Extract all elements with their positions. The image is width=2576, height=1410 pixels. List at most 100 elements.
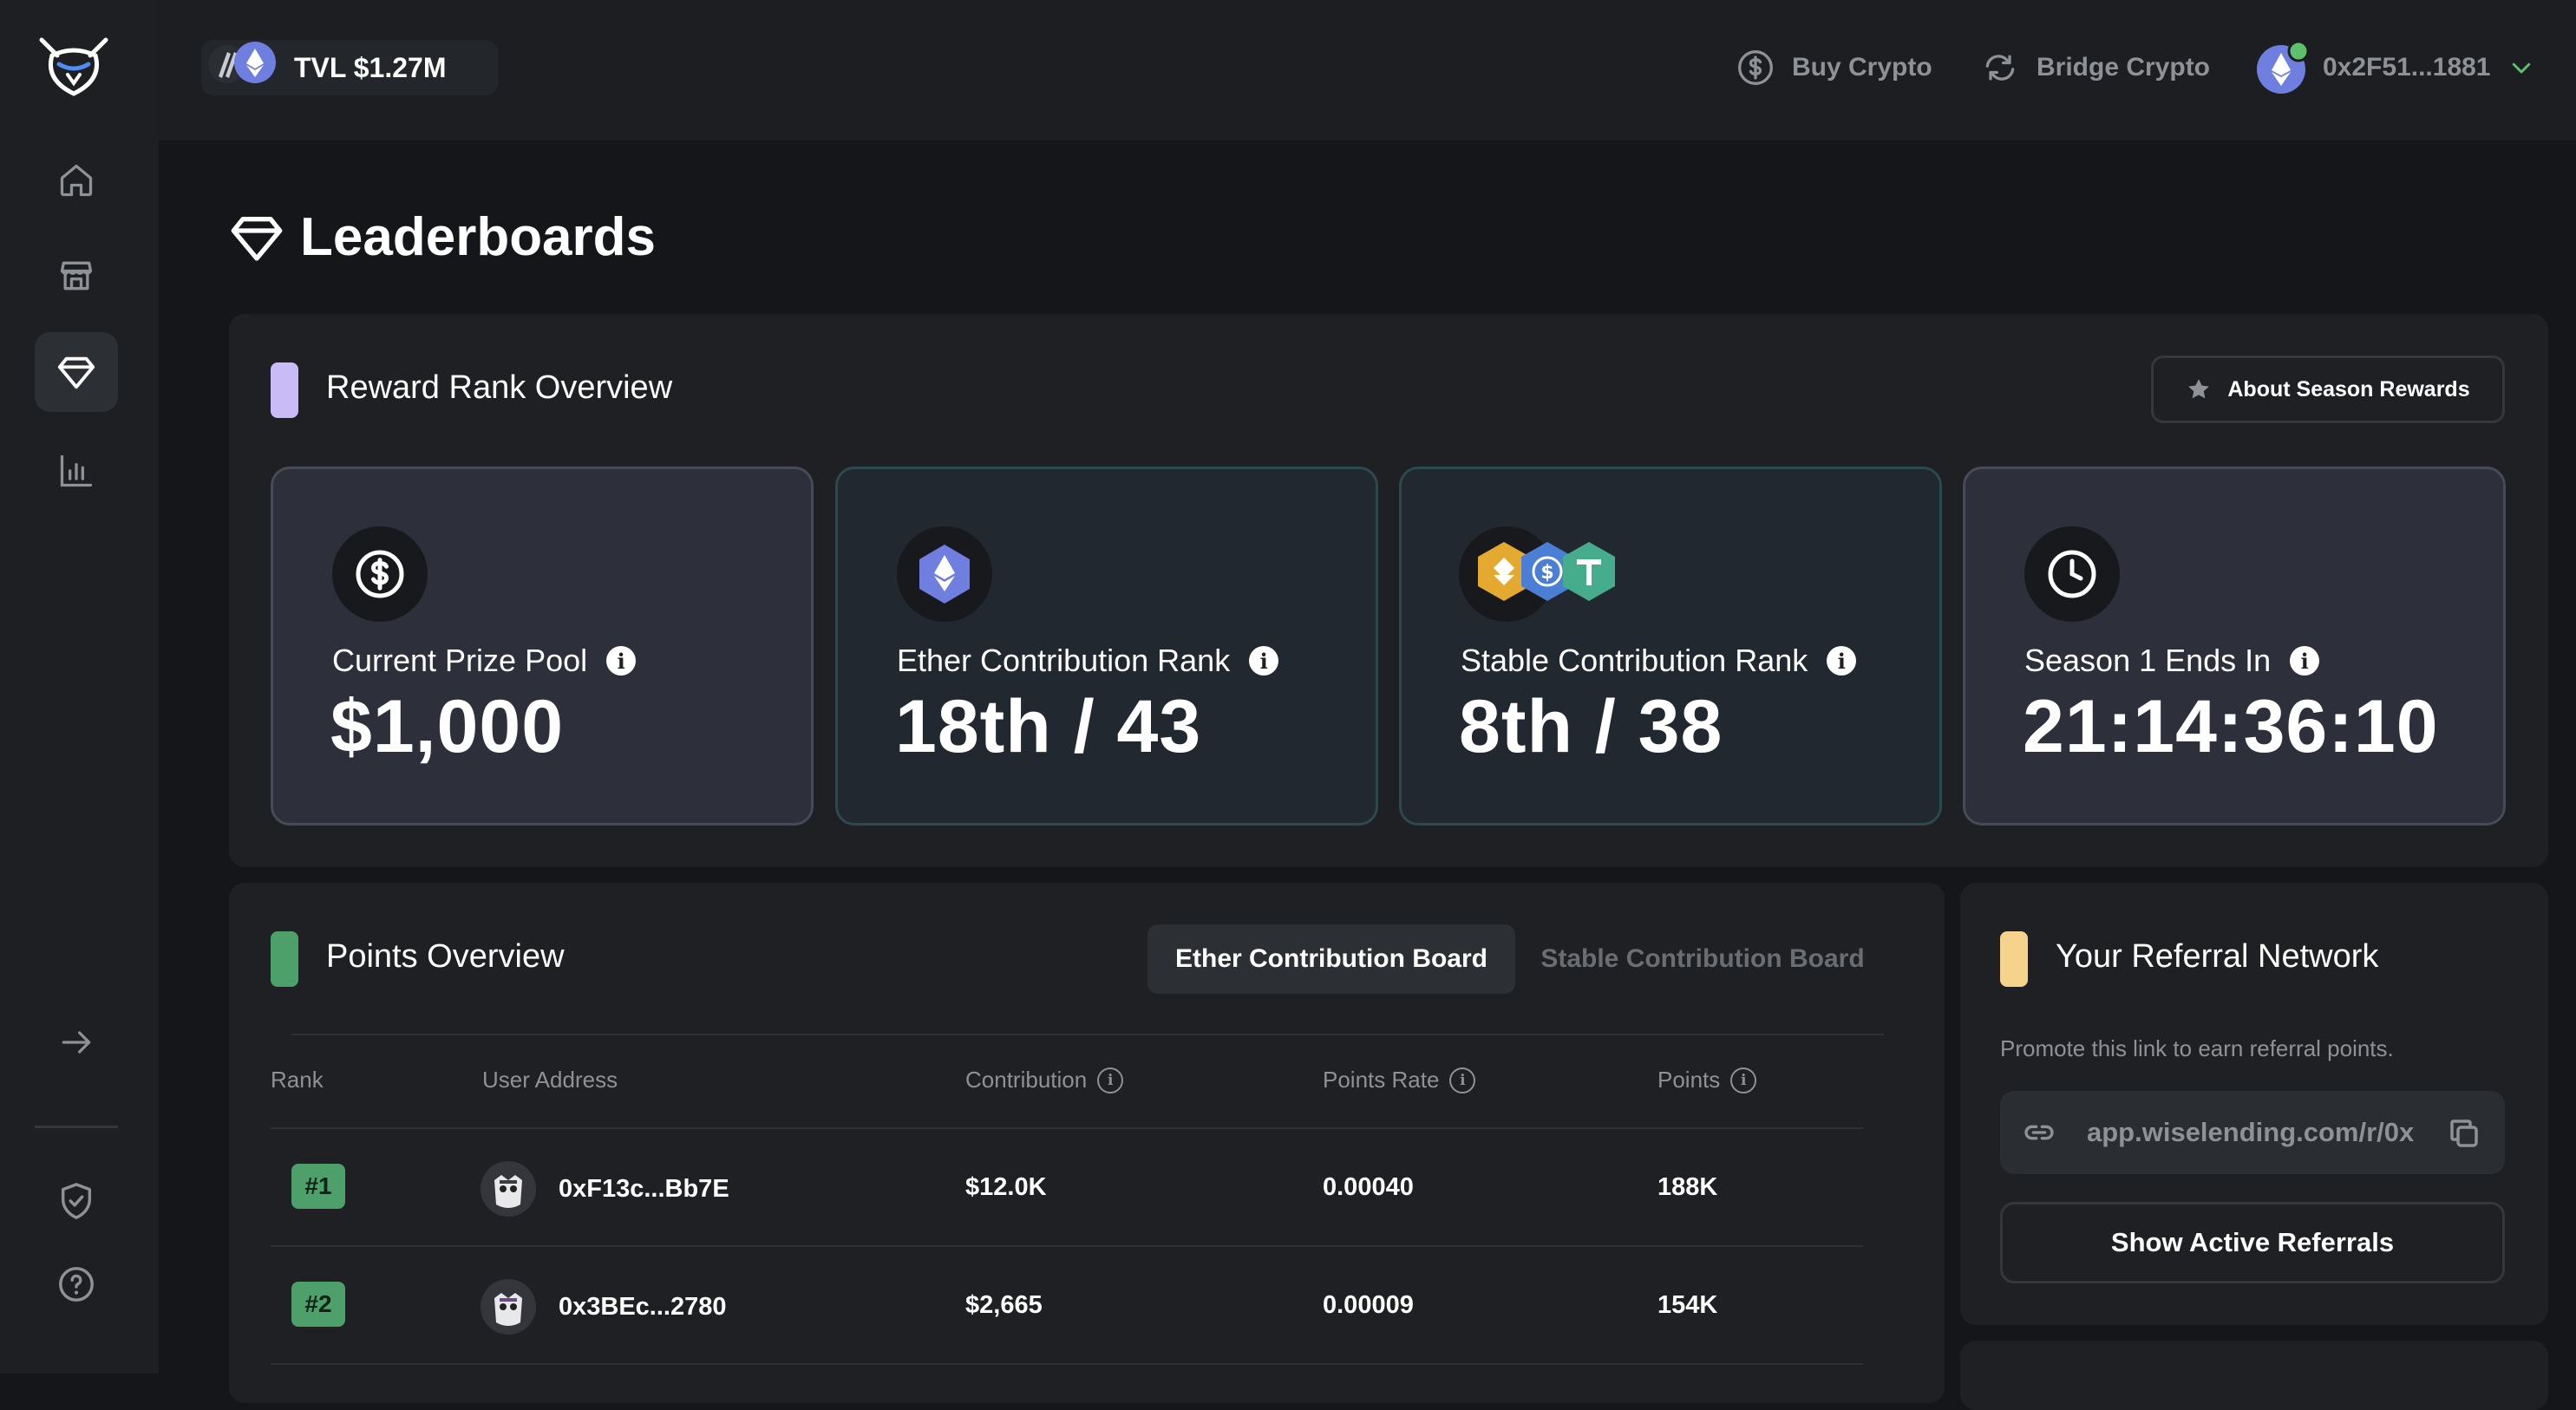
column-label: Contribution <box>965 1067 1088 1093</box>
column-label: Rank <box>271 1067 324 1093</box>
stablecoins-icon: $ <box>1478 542 1615 601</box>
card-label: Ether Contribution Rank i <box>897 643 1279 679</box>
help-icon <box>59 1267 94 1302</box>
section-title: Points Overview <box>326 938 565 975</box>
card-label: Season 1 Ends In i <box>2024 643 2320 679</box>
info-icon[interactable]: i <box>2290 646 2320 676</box>
ether-rank-card: Ether Contribution Rank i 18th / 43 <box>835 467 1378 826</box>
avatar <box>481 1279 536 1335</box>
arrow-right-icon <box>62 1031 91 1054</box>
tvl-badge: TVL $1.27M <box>201 40 498 95</box>
link-icon <box>2024 1125 2054 1140</box>
page-title: Leaderboards <box>300 207 657 267</box>
info-icon[interactable]: i <box>1449 1067 1476 1093</box>
divider <box>271 1363 1863 1365</box>
divider <box>271 1245 1863 1247</box>
buy-crypto-label: Buy Crypto <box>1792 53 1932 82</box>
season-end-card: Season 1 Ends In i 21:14:36:10 <box>1963 467 2506 826</box>
page-header: Leaderboards <box>229 206 656 268</box>
shield-check-icon <box>61 1183 92 1219</box>
buy-crypto-link[interactable]: Buy Crypto <box>1736 49 1932 87</box>
referral-link-text: app.wiselending.com/r/0x <box>2087 1117 2415 1147</box>
ethereum-icon <box>897 526 992 622</box>
user-address[interactable]: 0xF13c...Bb7E <box>559 1175 729 1204</box>
section-title: Reward Rank Overview <box>326 369 673 406</box>
contribution-value: $12.0K <box>965 1173 1047 1201</box>
help-button[interactable] <box>35 1244 118 1324</box>
info-icon[interactable]: i <box>1827 646 1857 676</box>
tab-stable-contribution-board[interactable]: Stable Contribution Board <box>1520 924 1885 994</box>
info-icon[interactable]: i <box>1730 1067 1757 1093</box>
nav-leaderboards-button[interactable] <box>35 332 118 412</box>
stable-rank-label: Stable Contribution Rank <box>1461 643 1808 678</box>
referral-link-field[interactable]: app.wiselending.com/r/0x <box>2000 1091 2505 1174</box>
section-accent <box>271 931 298 987</box>
referral-description: Promote this link to earn referral point… <box>2000 1035 2394 1061</box>
sidebar <box>0 0 159 1374</box>
copy-icon[interactable] <box>2446 1115 2482 1152</box>
divider <box>271 1127 1863 1129</box>
ether-rank-label: Ether Contribution Rank <box>897 643 1231 678</box>
column-user-address: User Address <box>482 1067 618 1093</box>
ethereum-avatar-icon <box>2257 41 2309 94</box>
owl-logo-icon[interactable] <box>36 29 111 104</box>
about-season-rewards-label: About Season Rewards <box>2227 376 2470 401</box>
tab-ether-contribution-board[interactable]: Ether Contribution Board <box>1147 924 1515 994</box>
season-end-label: Season 1 Ends In <box>2024 643 2272 678</box>
security-button[interactable] <box>35 1161 118 1241</box>
swap-icon <box>1985 55 2015 81</box>
info-icon[interactable]: i <box>1097 1067 1124 1093</box>
wallet-button[interactable]: 0x2F51...1881 <box>2255 41 2534 94</box>
diamond-icon <box>57 356 95 389</box>
column-label: Points Rate <box>1323 1067 1440 1093</box>
section-title: Your Referral Network <box>2056 938 2379 975</box>
info-icon[interactable]: i <box>606 646 637 676</box>
lower-panel <box>1960 1341 2548 1410</box>
column-label: Points <box>1657 1067 1721 1093</box>
collapse-sidebar-button[interactable] <box>35 1002 118 1082</box>
nav-stats-button[interactable] <box>35 431 118 511</box>
board-tabs: Ether Contribution Board Stable Contribu… <box>1147 924 1885 994</box>
svg-text:$: $ <box>1540 562 1553 584</box>
contribution-value: $2,665 <box>965 1291 1043 1319</box>
points-rate-value: 0.00009 <box>1323 1291 1414 1319</box>
rank-badge: #2 <box>291 1282 345 1327</box>
prize-pool-label: Current Prize Pool <box>332 643 588 678</box>
divider <box>291 1034 1884 1035</box>
section-accent <box>271 362 298 418</box>
tvl-value: TVL $1.27M <box>294 52 447 83</box>
dollar-icon <box>332 526 428 622</box>
rank-badge: #1 <box>291 1164 345 1209</box>
stable-rank-card: $ Stable Contribution Rank i 8th / 38 <box>1399 467 1942 826</box>
stable-rank-value: 8th / 38 <box>1459 685 1723 768</box>
ether-rank-value: 18th / 43 <box>895 685 1202 768</box>
points-rate-value: 0.00040 <box>1323 1173 1414 1201</box>
card-label: Stable Contribution Rank i <box>1461 643 1857 679</box>
show-active-referrals-button[interactable]: Show Active Referrals <box>2000 1202 2505 1283</box>
points-value: 154K <box>1657 1291 1718 1319</box>
bridge-crypto-link[interactable]: Bridge Crypto <box>1981 49 2210 87</box>
column-rank: Rank <box>271 1067 324 1093</box>
user-address[interactable]: 0x3BEc...2780 <box>559 1293 726 1322</box>
prize-pool-value: $1,000 <box>330 685 565 768</box>
top-bar <box>159 0 2576 140</box>
dollar-circle-icon <box>1738 50 1773 85</box>
column-points: Points i <box>1657 1067 1757 1093</box>
nav-market-button[interactable] <box>35 236 118 316</box>
points-value: 188K <box>1657 1173 1718 1201</box>
about-season-rewards-button[interactable]: About Season Rewards <box>2151 356 2505 423</box>
chain-logos-icon <box>208 42 276 83</box>
bar-chart-icon <box>60 454 93 487</box>
info-icon[interactable]: i <box>1249 646 1279 676</box>
season-countdown-value: 21:14:36:10 <box>2023 685 2439 768</box>
chevron-down-icon <box>2512 62 2530 74</box>
column-points-rate: Points Rate i <box>1323 1067 1476 1093</box>
bridge-crypto-label: Bridge Crypto <box>2037 53 2211 82</box>
nav-home-button[interactable] <box>35 140 118 220</box>
column-label: User Address <box>482 1067 618 1093</box>
wallet-address: 0x2F51...1881 <box>2323 53 2491 82</box>
home-icon <box>60 164 93 197</box>
column-contribution: Contribution i <box>965 1067 1124 1093</box>
clock-icon <box>2024 526 2120 622</box>
card-label: Current Prize Pool i <box>332 643 637 679</box>
